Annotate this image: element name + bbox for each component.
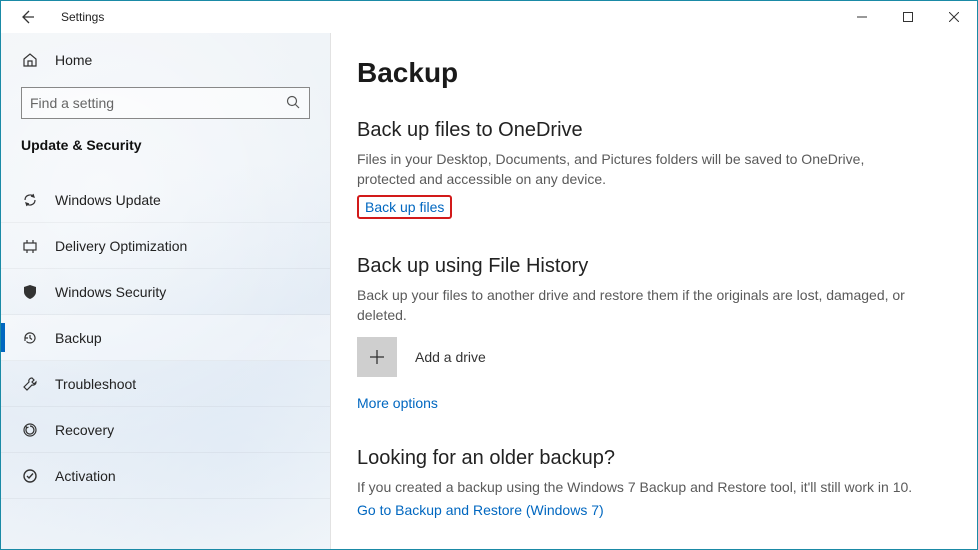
check-icon [21, 467, 39, 485]
sidebar-item-label: Delivery Optimization [55, 238, 187, 254]
sidebar-item-windows-update[interactable]: Windows Update [1, 177, 330, 223]
window-controls [839, 1, 977, 33]
titlebar: Settings [1, 1, 977, 33]
content: Backup Back up files to OneDrive Files i… [331, 33, 977, 549]
back-button[interactable] [11, 1, 43, 33]
onedrive-heading: Back up files to OneDrive [357, 119, 937, 142]
sidebar-item-windows-security[interactable]: Windows Security [1, 269, 330, 315]
onedrive-desc: Files in your Desktop, Documents, and Pi… [357, 150, 917, 189]
minimize-button[interactable] [839, 1, 885, 33]
history-icon [21, 329, 39, 347]
file-history-heading: Back up using File History [357, 255, 937, 278]
close-icon [949, 12, 959, 22]
maximize-button[interactable] [885, 1, 931, 33]
sync-icon [21, 191, 39, 209]
sidebar-item-delivery-optimization[interactable]: Delivery Optimization [1, 223, 330, 269]
older-backup-desc: If you created a backup using the Window… [357, 478, 917, 498]
sidebar-item-label: Windows Update [55, 192, 161, 208]
backup-files-link[interactable]: Back up files [365, 199, 444, 215]
home-icon [21, 51, 39, 69]
sidebar-item-label: Troubleshoot [55, 376, 136, 392]
plus-icon [357, 337, 397, 377]
recovery-icon [21, 421, 39, 439]
sidebar-item-recovery[interactable]: Recovery [1, 407, 330, 453]
sidebar-item-activation[interactable]: Activation [1, 453, 330, 499]
section-file-history: Back up using File History Back up your … [357, 255, 937, 411]
page-title: Backup [357, 57, 937, 89]
search-wrap [21, 87, 310, 119]
sidebar: Home Update & Security Windows Update De… [1, 33, 331, 549]
older-backup-heading: Looking for an older backup? [357, 447, 937, 470]
sidebar-nav: Windows Update Delivery Optimization Win… [1, 177, 330, 499]
sidebar-item-label: Backup [55, 330, 102, 346]
sidebar-section-title: Update & Security [1, 137, 330, 167]
shield-icon [21, 283, 39, 301]
sidebar-item-label: Recovery [55, 422, 114, 438]
add-drive-button[interactable]: Add a drive [357, 337, 937, 377]
section-older-backup: Looking for an older backup? If you crea… [357, 447, 937, 518]
more-options-link[interactable]: More options [357, 395, 438, 411]
arrow-left-icon [19, 9, 35, 25]
backup-files-link-highlight: Back up files [357, 195, 452, 219]
close-button[interactable] [931, 1, 977, 33]
sidebar-home-label: Home [55, 52, 92, 68]
sidebar-home[interactable]: Home [1, 45, 330, 75]
go-to-backup-restore-link[interactable]: Go to Backup and Restore (Windows 7) [357, 502, 604, 518]
window-title: Settings [61, 10, 104, 24]
maximize-icon [903, 12, 913, 22]
sidebar-item-label: Activation [55, 468, 116, 484]
add-drive-label: Add a drive [415, 349, 486, 365]
sidebar-item-label: Windows Security [55, 284, 166, 300]
minimize-icon [857, 12, 867, 22]
sidebar-item-backup[interactable]: Backup [1, 315, 330, 361]
wrench-icon [21, 375, 39, 393]
delivery-icon [21, 237, 39, 255]
search-input[interactable] [21, 87, 310, 119]
section-onedrive: Back up files to OneDrive Files in your … [357, 119, 937, 219]
file-history-desc: Back up your files to another drive and … [357, 286, 917, 325]
sidebar-item-troubleshoot[interactable]: Troubleshoot [1, 361, 330, 407]
